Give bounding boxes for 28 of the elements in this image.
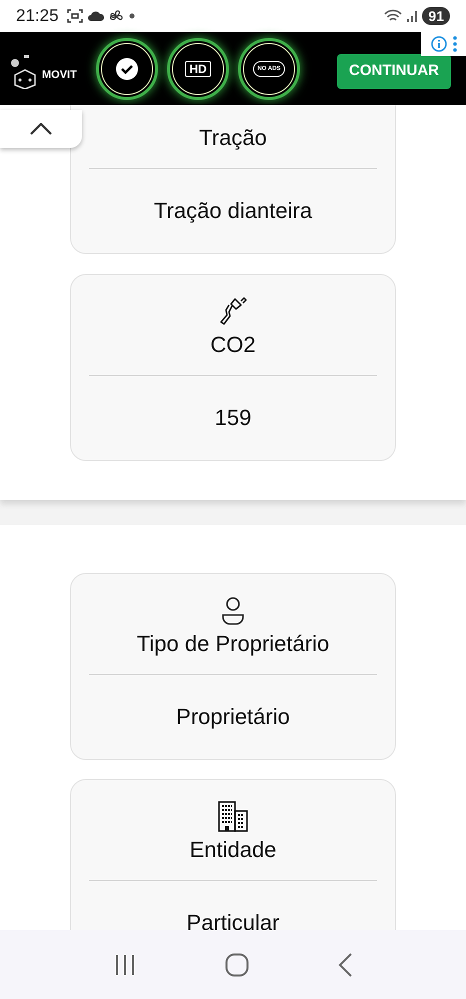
card-label: CO2: [210, 331, 256, 359]
check-badge-icon: [115, 56, 139, 80]
card-label: Entidade: [190, 836, 276, 864]
card-label: Tração: [199, 124, 267, 152]
card-value: Tração dianteira: [154, 197, 312, 225]
card-value: Proprietário: [176, 703, 290, 731]
info-icon[interactable]: [430, 36, 446, 52]
buildings-icon: [217, 800, 249, 832]
back-icon[interactable]: [338, 952, 352, 976]
screenshot-icon: [66, 9, 83, 23]
cloud-icon: [88, 11, 104, 21]
home-icon[interactable]: [224, 952, 249, 976]
battery-level: 91: [422, 7, 450, 25]
signal-icon: [406, 9, 418, 23]
continue-button[interactable]: CONTINUAR: [337, 54, 451, 89]
chevron-up-icon: [30, 123, 52, 135]
card-label: Tipo de Proprietário: [136, 630, 330, 658]
card-value: 159: [214, 404, 252, 432]
badge-label: HD: [185, 60, 211, 76]
dot-icon: [128, 13, 135, 19]
person-icon: [221, 596, 245, 626]
recent-apps-icon[interactable]: [114, 954, 136, 976]
scroll-up-button[interactable]: [0, 110, 82, 148]
wifi-icon: [384, 9, 402, 23]
brand-name: MOVIT: [42, 68, 77, 84]
more-options-icon[interactable]: [452, 36, 456, 52]
clock: 21:25: [16, 5, 59, 28]
card-value: Particular: [186, 909, 280, 930]
